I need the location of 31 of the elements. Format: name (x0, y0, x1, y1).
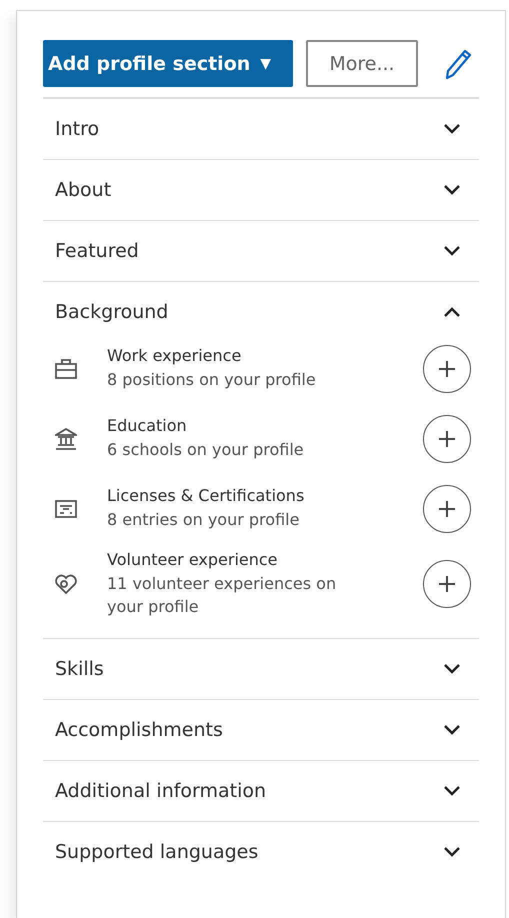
plus-icon (437, 429, 457, 449)
section-header[interactable]: Featured (43, 221, 479, 281)
section-header[interactable]: Additional information (43, 761, 479, 822)
item-subtitle: 8 positions on your profile (107, 369, 317, 392)
section-header[interactable]: Background (43, 282, 479, 342)
item-title: Licenses & Certifications (107, 486, 306, 506)
section-header[interactable]: About (43, 160, 479, 220)
add-button[interactable] (423, 415, 471, 463)
add-button[interactable] (423, 560, 471, 608)
heart-icon (55, 574, 77, 594)
item-title: Education (107, 416, 188, 436)
plus-icon (437, 359, 457, 379)
add-button[interactable] (423, 345, 471, 393)
item-subtitle: 6 schools on your profile (107, 439, 305, 462)
add-button[interactable] (423, 485, 471, 533)
section-header[interactable]: Supported languages (43, 822, 479, 882)
item-title: Work experience (107, 346, 242, 366)
item-subtitle: 8 entries on your profile (107, 509, 300, 532)
briefcase-icon (55, 359, 77, 379)
section-header[interactable]: Skills (43, 639, 479, 700)
building-icon (55, 428, 77, 450)
section-header[interactable]: Accomplishments (43, 700, 479, 760)
certificate-icon (55, 500, 77, 518)
edit-icon[interactable] (443, 48, 473, 80)
item-subtitle: 11 volunteer experiences on your profile (107, 573, 338, 618)
plus-icon (437, 574, 457, 594)
plus-icon (437, 499, 457, 519)
item-title: Volunteer experience (107, 550, 279, 569)
more-button[interactable]: More... (306, 40, 418, 87)
add-profile-section-button[interactable]: Add profile section ▼ (43, 40, 293, 87)
section-header[interactable]: Intro (43, 99, 479, 159)
